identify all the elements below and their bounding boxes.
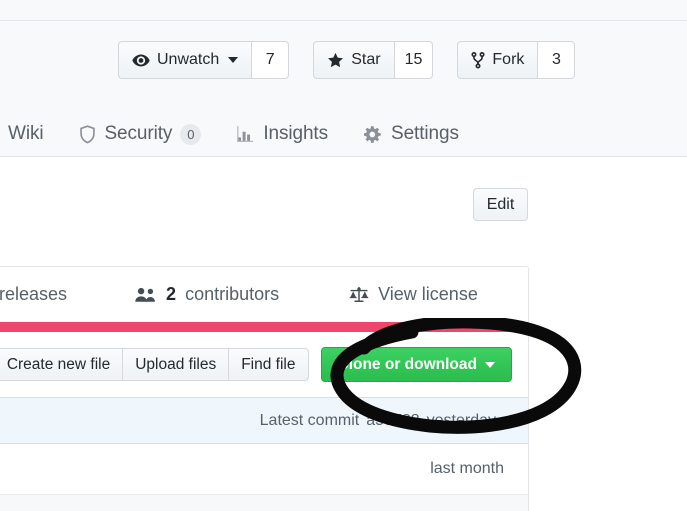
nav-item-label: Insights	[263, 123, 329, 144]
header-bottom-divider	[0, 156, 687, 157]
stargazers-count[interactable]: 15	[393, 41, 434, 79]
fork-icon	[471, 51, 485, 69]
repository-page: Unwatch 7 Star 15 Fork 3 Wiki Security 0…	[0, 0, 687, 511]
watchers-count[interactable]: 7	[251, 41, 290, 79]
law-scales-icon	[349, 286, 369, 303]
watch-button-group: Unwatch 7	[118, 41, 290, 79]
pagehead-actions: Unwatch 7 Star 15 Fork 3	[118, 41, 576, 79]
eye-icon	[132, 54, 150, 67]
nav-item-security[interactable]: Security 0	[61, 118, 219, 150]
file-age: last month	[430, 460, 504, 477]
gear-icon	[364, 125, 383, 144]
star-label: Star	[351, 51, 381, 68]
repository-nav: Wiki Security 0 Insights Settings	[0, 118, 477, 150]
commit-time: yesterday	[426, 411, 496, 429]
chevron-down-icon	[228, 57, 239, 63]
nav-item-insights[interactable]: Insights	[219, 118, 346, 150]
file-action-button-group: Create new file Upload files Find file	[0, 348, 309, 381]
unwatch-label: Unwatch	[157, 51, 220, 68]
releases-label: releases	[0, 284, 68, 304]
fork-button[interactable]: Fork	[457, 41, 538, 79]
clone-or-download-label: Clone or download	[337, 355, 478, 373]
nav-item-wiki[interactable]: Wiki	[0, 118, 61, 150]
nav-item-label: Security	[104, 123, 173, 144]
security-counter: 0	[180, 123, 202, 145]
nav-item-settings[interactable]: Settings	[346, 118, 477, 150]
file-navigation-toolbar: Create new file Upload files Find file C…	[0, 332, 528, 397]
edit-button[interactable]: Edit	[473, 188, 528, 221]
nav-item-label: Settings	[391, 123, 459, 144]
repository-content-container: releases 2 contributors View license Cre…	[0, 266, 529, 511]
fork-label: Fork	[492, 51, 525, 68]
latest-commit-bar: Latest commit a50728 yesterday	[0, 397, 528, 444]
chevron-down-icon	[485, 361, 495, 368]
repository-language-bar	[0, 322, 528, 332]
fork-button-group: Fork 3	[457, 41, 576, 79]
forks-count[interactable]: 3	[537, 41, 576, 79]
latest-commit-prefix: Latest commit	[259, 411, 360, 429]
graph-icon	[237, 125, 255, 143]
people-icon	[135, 287, 157, 303]
language-segment	[0, 322, 528, 332]
commit-sha[interactable]: a50728	[366, 412, 419, 430]
header-top-divider	[0, 20, 687, 21]
find-file-button[interactable]: Find file	[228, 348, 309, 381]
license-label: View license	[378, 284, 478, 304]
contributors-count: 2	[166, 284, 177, 304]
license-link[interactable]: View license	[349, 284, 478, 305]
contributors-label: contributors	[185, 284, 280, 304]
create-new-file-button[interactable]: Create new file	[0, 348, 123, 381]
numbers-summary: releases 2 contributors View license	[0, 267, 528, 322]
shield-icon	[79, 124, 96, 144]
nav-item-label: Wiki	[8, 123, 44, 144]
file-row[interactable]	[0, 494, 528, 511]
file-row[interactable]: last month	[0, 444, 528, 494]
star-button[interactable]: Star	[313, 41, 394, 79]
unwatch-button[interactable]: Unwatch	[118, 41, 252, 79]
upload-files-button[interactable]: Upload files	[122, 348, 229, 381]
releases-link[interactable]: releases	[0, 284, 67, 305]
star-button-group: Star 15	[313, 41, 434, 79]
star-icon	[327, 52, 344, 69]
clone-or-download-button[interactable]: Clone or download	[320, 347, 512, 382]
contributors-link[interactable]: 2 contributors	[135, 284, 279, 305]
